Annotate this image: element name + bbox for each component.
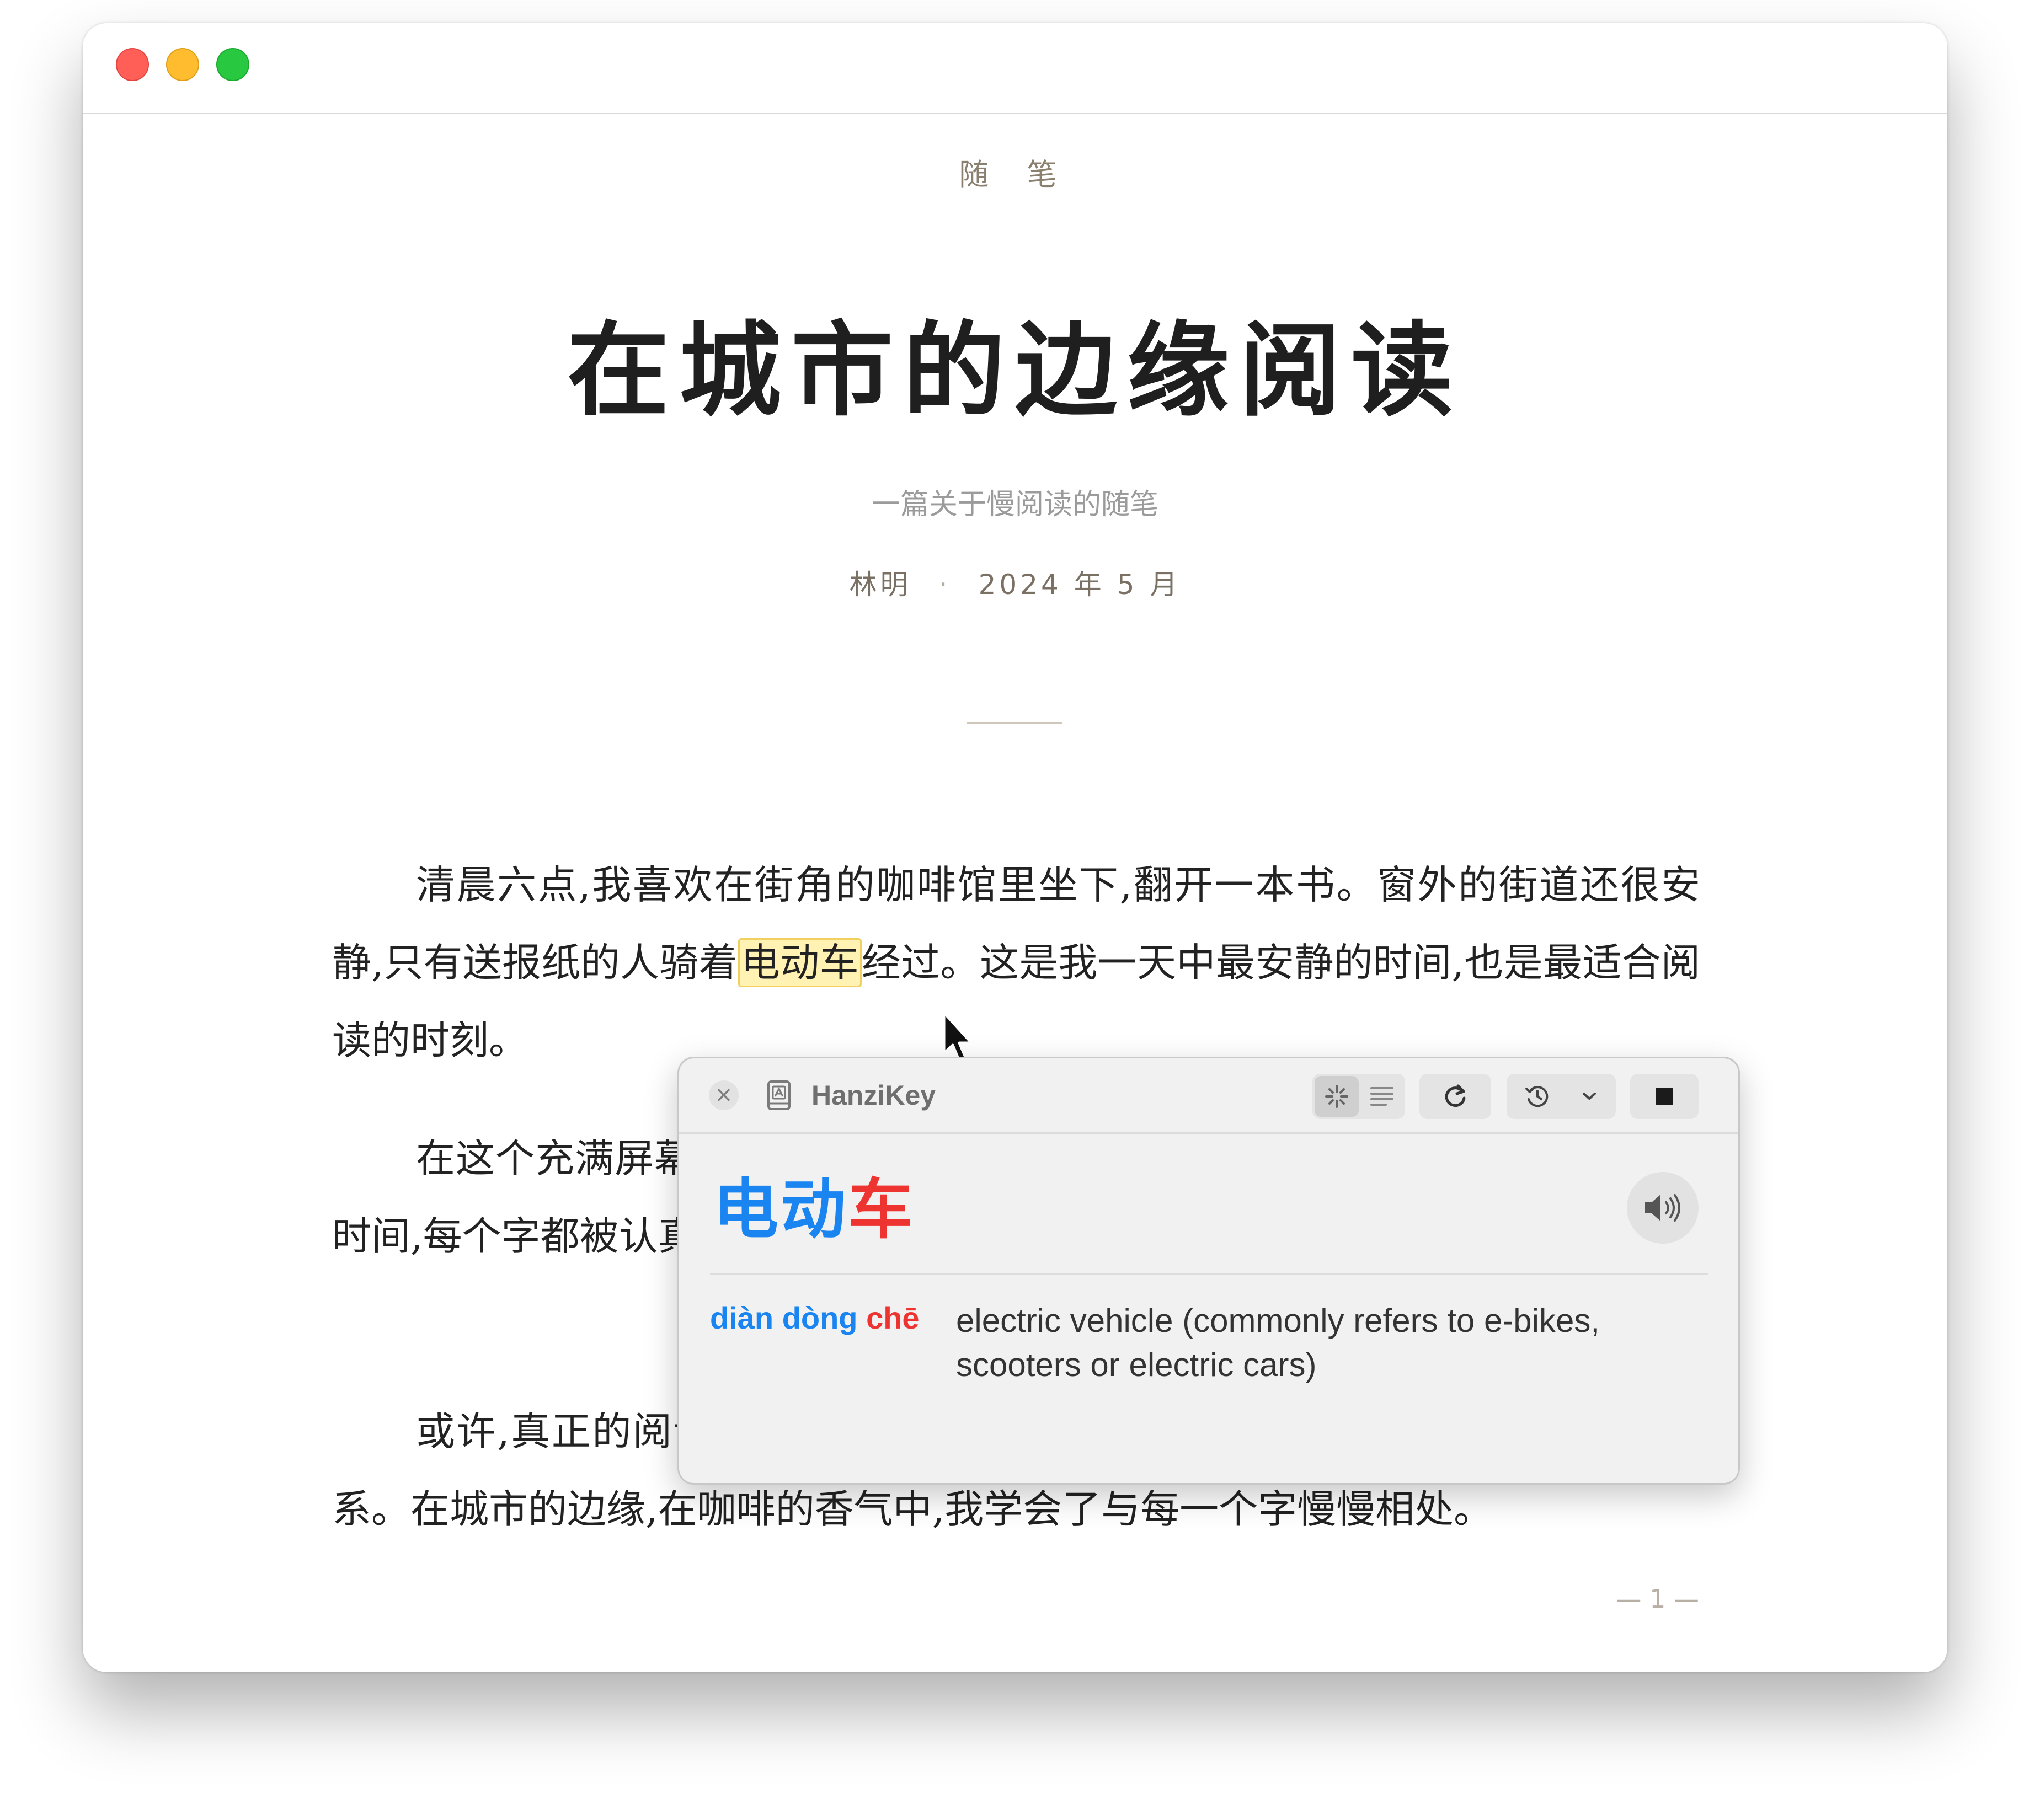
byline-separator: · — [938, 569, 951, 601]
hanzikey-popup: × HanziKey 电动车 diàn dòng chē electric ve… — [677, 1057, 1740, 1485]
sparkle-mode-button[interactable] — [1315, 1076, 1359, 1117]
definition-text: electric vehicle (commonly refers to e-b… — [956, 1302, 1600, 1383]
hanzi-char: 动 — [781, 1174, 848, 1246]
reader-window: 随 笔 在城市的边缘阅读 一篇关于慢阅读的随笔 林明 · 2024 年 5 月 清晨… — [83, 23, 1947, 1672]
pinyin-syllable: diàn — [710, 1300, 774, 1335]
publish-date: 2024 年 5 月 — [978, 569, 1181, 601]
refresh-button[interactable] — [1419, 1074, 1491, 1119]
selected-hanzi-word: 电动车 — [713, 1157, 915, 1251]
list-icon — [1370, 1087, 1393, 1106]
history-button-inner — [1510, 1074, 1565, 1119]
refresh-icon — [1445, 1084, 1466, 1107]
minimize-window-button[interactable] — [166, 48, 199, 81]
article-subtitle: 一篇关于慢阅读的随笔 — [871, 488, 1158, 521]
article-byline: 林明 · 2024 年 5 月 — [83, 563, 1947, 602]
view-mode-toggle — [1312, 1074, 1405, 1119]
app-name: HanziKey — [811, 1080, 936, 1111]
section-divider — [967, 722, 1062, 724]
author-name: 林明 — [849, 569, 911, 601]
stop-button[interactable] — [1630, 1074, 1699, 1119]
sparkle-icon — [1325, 1085, 1348, 1108]
speaker-icon — [1645, 1194, 1680, 1222]
page-number: — 1 — — [1616, 1584, 1699, 1614]
history-icon — [1525, 1086, 1549, 1107]
stop-button-inner — [1630, 1074, 1699, 1119]
dictionary-icon — [767, 1080, 791, 1110]
hanzi-char: 车 — [848, 1174, 916, 1246]
popup-divider — [710, 1273, 1708, 1275]
article-title: 在城市的边缘阅读 — [567, 310, 1463, 430]
popup-toolbar: × HanziKey — [679, 1058, 1738, 1134]
list-mode-button[interactable] — [1360, 1074, 1404, 1119]
refresh-button-inner — [1419, 1074, 1491, 1119]
highlighted-word[interactable]: 电动车 — [738, 938, 862, 987]
close-window-button[interactable] — [116, 48, 149, 81]
chevron-wrap — [1567, 1074, 1611, 1119]
title-bar — [83, 23, 1947, 114]
pinyin-reading: diàn dòng chē — [710, 1300, 920, 1336]
hanzi-char: 电 — [713, 1174, 781, 1246]
popup-close-button[interactable]: × — [709, 1080, 739, 1110]
history-menu-button[interactable] — [1507, 1074, 1616, 1119]
zoom-window-button[interactable] — [216, 48, 249, 81]
pinyin-syllable: chē — [866, 1300, 920, 1335]
article-kicker: 随 笔 — [959, 157, 1071, 192]
pronounce-button[interactable] — [1627, 1172, 1699, 1244]
paragraph-1: 清晨六点,我喜欢在街角的咖啡馆里坐下,翻开一本书。窗外的街道还很安静,只有送报纸… — [332, 846, 1700, 1079]
pinyin-syllable: dòng — [782, 1300, 858, 1335]
chevron-down-icon — [1583, 1093, 1596, 1100]
stop-icon — [1656, 1088, 1673, 1105]
